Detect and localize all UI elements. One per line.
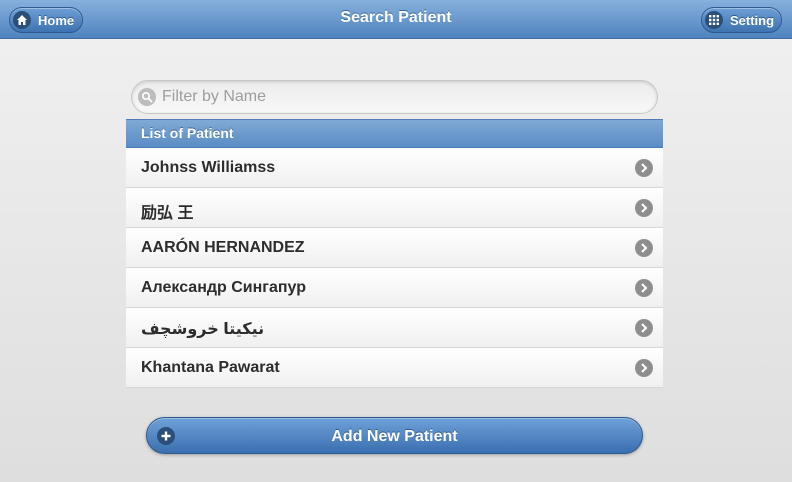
list-item[interactable]: AARÓN HERNANDEZ (126, 228, 663, 268)
grid-icon (705, 11, 723, 29)
chevron-right-icon (635, 279, 653, 297)
page-title: Search Patient (340, 9, 452, 26)
search-icon (138, 88, 156, 106)
patient-name: 励弘 王 (141, 205, 194, 222)
chevron-right-icon (635, 159, 653, 177)
list-item[interactable]: Александр Сингапур (126, 268, 663, 308)
list-item[interactable]: Khantana Pawarat (126, 348, 663, 388)
search-field (131, 80, 658, 114)
setting-button[interactable]: Setting (701, 7, 782, 33)
chevron-right-icon (635, 319, 653, 337)
chevron-right-icon (635, 239, 653, 257)
list-item[interactable]: نیکیتا خروشچف (126, 308, 663, 348)
add-patient-button[interactable]: Add New Patient (146, 417, 643, 454)
chevron-right-icon (635, 199, 653, 217)
chevron-right-icon (635, 359, 653, 377)
patient-name: Александр Сингапур (141, 279, 306, 296)
patient-name: Johnss Williamss (141, 159, 276, 176)
list-header: List of Patient (126, 119, 663, 148)
list-item[interactable]: Johnss Williamss (126, 148, 663, 188)
patient-list: List of Patient Johnss Williamss 励弘 王 AA… (126, 119, 663, 388)
patient-name: نیکیتا خروشچف (141, 321, 265, 338)
search-input[interactable] (162, 88, 642, 106)
add-patient-label: Add New Patient (331, 428, 458, 445)
patient-name: Khantana Pawarat (141, 359, 280, 376)
header-bar: Home Search Patient Setting (0, 0, 792, 39)
patient-name: AARÓN HERNANDEZ (141, 239, 305, 256)
list-item[interactable]: 励弘 王 (126, 188, 663, 228)
setting-label: Setting (730, 12, 775, 28)
